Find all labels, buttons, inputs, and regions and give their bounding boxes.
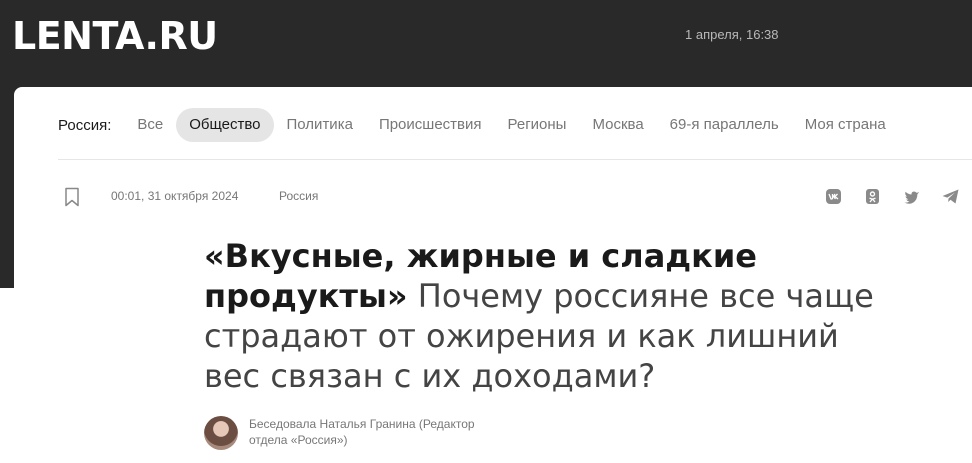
twitter-icon[interactable] — [902, 187, 921, 206]
nav-divider — [58, 159, 972, 160]
rubric-69-parallel[interactable]: 69-я параллель — [657, 108, 792, 142]
rubric-my-country[interactable]: Моя страна — [792, 108, 899, 142]
article-date: 00:01, 31 октября 2024 — [111, 189, 239, 203]
site-logo[interactable]: LENTA.RU — [12, 14, 218, 58]
rubric-incidents[interactable]: Происшествия — [366, 108, 495, 142]
rubric-all[interactable]: Все — [124, 108, 176, 142]
odnoklassniki-icon[interactable] — [863, 187, 882, 206]
rubric-nav-label: Россия: — [58, 116, 112, 134]
author-name: Беседовала Наталья Гранина (Редактор отд… — [249, 417, 475, 447]
bookmark-icon[interactable] — [64, 187, 80, 207]
rubric-moscow[interactable]: Москва — [579, 108, 656, 142]
telegram-icon[interactable] — [941, 187, 960, 206]
rubric-regions[interactable]: Регионы — [495, 108, 580, 142]
vk-icon[interactable] — [824, 187, 843, 206]
rubric-nav: Россия: Все Общество Политика Происшеств… — [58, 107, 899, 143]
share-buttons — [824, 187, 960, 206]
article-section-link[interactable]: Россия — [279, 189, 318, 203]
rubric-society[interactable]: Общество — [176, 108, 274, 142]
rubric-politics[interactable]: Политика — [274, 108, 366, 142]
article-meta: 00:01, 31 октября 2024 Россия — [58, 184, 972, 210]
current-datetime: 1 апреля, 16:38 — [685, 27, 779, 42]
author-avatar — [204, 416, 238, 450]
article-title: «Вкусные, жирные и сладкие продукты» Поч… — [204, 236, 904, 396]
